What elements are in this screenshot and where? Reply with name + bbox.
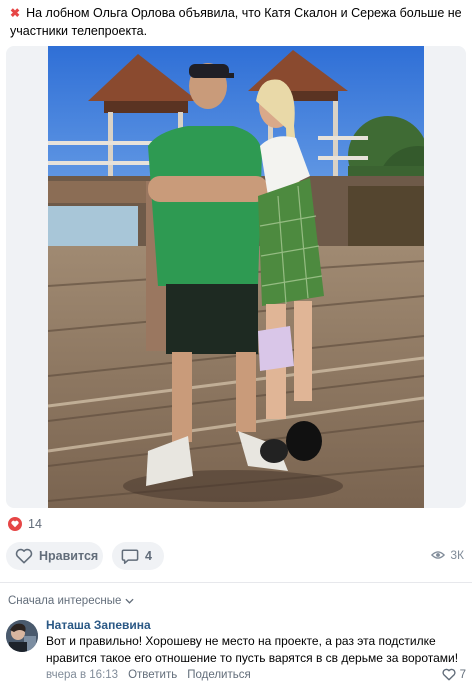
post-text: На лобном Ольга Орлова объявила, что Кат… xyxy=(10,6,462,38)
divider xyxy=(0,582,472,583)
heart-icon xyxy=(8,517,22,531)
cross-mark-icon: ✖ xyxy=(10,6,21,20)
reply-link[interactable]: Ответить xyxy=(128,669,177,681)
sort-label: Сначала интересные xyxy=(8,595,122,607)
post-photo-container[interactable] xyxy=(6,46,466,508)
post-text-block: ✖ На лобном Ольга Орлова объявила, что Ка… xyxy=(10,4,462,40)
likes-count: 14 xyxy=(28,517,42,531)
like-label: Нравится xyxy=(39,549,99,563)
comments-sort-dropdown[interactable]: Сначала интересные xyxy=(8,595,134,607)
post-photo[interactable] xyxy=(48,46,424,508)
comment-author[interactable]: Наташа Запевина xyxy=(46,618,151,632)
avatar[interactable] xyxy=(6,620,38,652)
eye-icon xyxy=(431,550,446,560)
chevron-down-icon xyxy=(125,598,134,604)
views-count: 3К xyxy=(450,548,464,562)
reactions-summary[interactable]: 14 xyxy=(8,515,42,533)
speech-bubble-icon xyxy=(121,548,139,565)
share-link[interactable]: Поделиться xyxy=(187,669,251,681)
comment-button[interactable]: 4 xyxy=(112,542,164,570)
comment-meta: вчера в 16:13 Ответить Поделиться xyxy=(46,669,251,681)
heart-outline-icon xyxy=(15,548,33,564)
comment-text: Вот и правильно! Хорошеву не место на пр… xyxy=(46,634,459,665)
like-button[interactable]: Нравится xyxy=(6,542,103,570)
comment-time[interactable]: вчера в 16:13 xyxy=(46,669,118,681)
views-counter: 3К xyxy=(431,548,464,562)
comments-count: 4 xyxy=(145,549,152,563)
comment-likes-count: 7 xyxy=(459,668,466,681)
heart-outline-icon xyxy=(442,668,456,681)
comment-like-button[interactable]: 7 xyxy=(442,668,466,681)
